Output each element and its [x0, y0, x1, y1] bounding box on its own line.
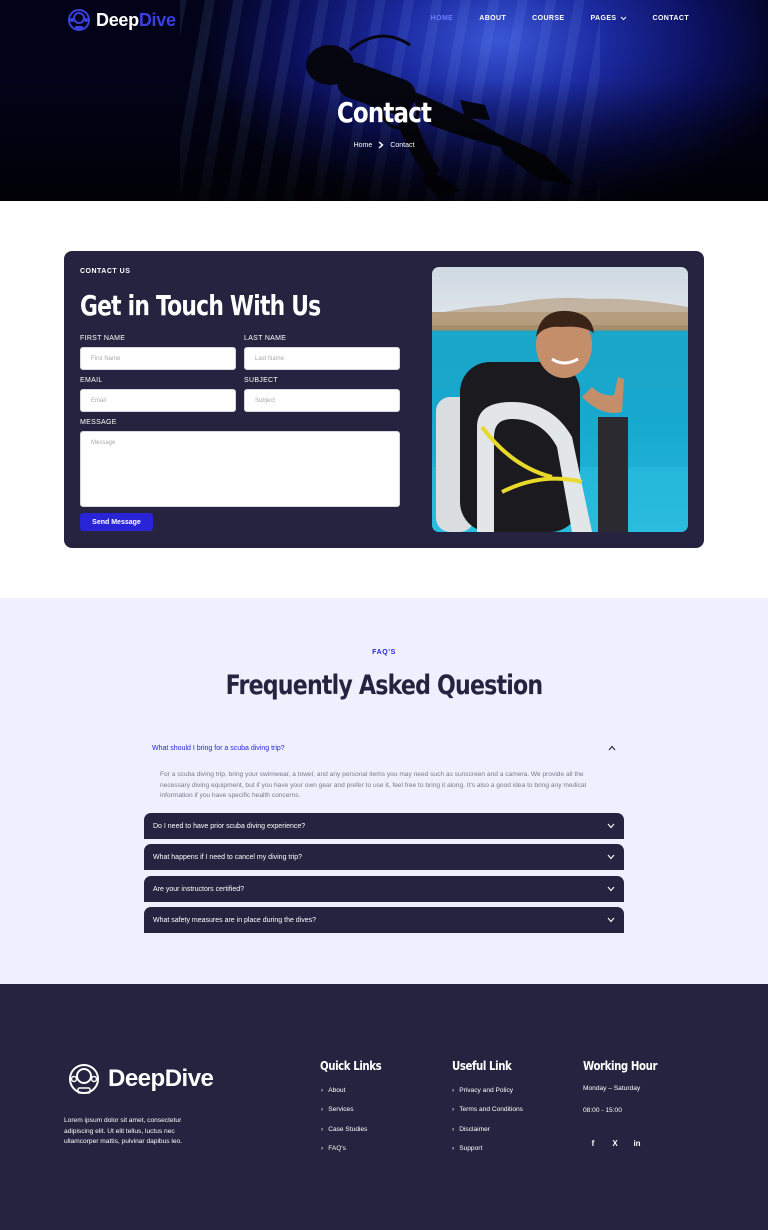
chevron-right-icon: ›: [321, 1087, 324, 1094]
faq-item-open[interactable]: What should I bring for a scuba diving t…: [144, 741, 624, 755]
faq-item[interactable]: What safety measures are in place during…: [144, 907, 624, 933]
chevron-right-icon: ›: [321, 1126, 324, 1133]
chevron-down-icon: [607, 917, 615, 923]
footer-brand-name: DeepDive: [108, 1065, 214, 1092]
footer-about-text: Lorem ipsum dolor sit amet, consectetur …: [64, 1117, 183, 1145]
chevron-down-icon: [607, 823, 615, 829]
nav-pages-label: PAGES: [590, 15, 617, 22]
faq-item[interactable]: Are your instructors certified?: [144, 876, 624, 902]
faq-question: What safety measures are in place during…: [153, 916, 317, 924]
contact-title: Get in Touch With Us: [80, 289, 321, 322]
nav-contact[interactable]: CONTACT: [640, 15, 703, 22]
subject-field[interactable]: Subject: [244, 389, 400, 412]
email-field[interactable]: Email: [80, 389, 236, 412]
nav-home[interactable]: HOME: [418, 15, 467, 22]
breadcrumb-home[interactable]: Home: [354, 142, 373, 149]
chevron-right-icon: ›: [321, 1106, 324, 1113]
main-nav: HOME ABOUT COURSE PAGES CONTACT: [418, 15, 702, 22]
quick-links-title: Quick Links: [320, 1059, 382, 1073]
footer-link-disclaimer[interactable]: › Disclaimer: [452, 1126, 490, 1133]
nav-pages[interactable]: PAGES: [578, 15, 640, 22]
hero-banner: DeepDive HOME ABOUT COURSE PAGES CONTACT…: [0, 0, 768, 201]
first-name-label: FIRST NAME: [80, 335, 126, 342]
first-name-field[interactable]: First Name: [80, 347, 236, 370]
email-label: EMAIL: [80, 377, 103, 384]
chevron-right-icon: ›: [452, 1106, 455, 1113]
chevron-right-icon: [378, 141, 384, 149]
message-label: MESSAGE: [80, 419, 117, 426]
faq-item[interactable]: What happens if I need to cancel my divi…: [144, 844, 624, 870]
footer-link-privacy[interactable]: › Privacy and Policy: [452, 1087, 513, 1094]
footer-link-terms[interactable]: › Terms and Conditions: [452, 1106, 523, 1113]
brand-name: DeepDive: [96, 9, 176, 30]
contact-eyebrow: CONTACT US: [80, 268, 131, 275]
working-days: Monday – Saturday: [583, 1085, 641, 1092]
last-name-field[interactable]: Last Name: [244, 347, 400, 370]
footer-link-case-studies[interactable]: › Case Studies: [321, 1126, 367, 1133]
footer-link-services[interactable]: › Services: [321, 1106, 354, 1113]
faq-open-answer: For a scuba diving trip, bring your swim…: [160, 771, 587, 799]
last-name-label: LAST NAME: [244, 335, 287, 342]
footer-link-about[interactable]: › About: [321, 1087, 345, 1094]
chevron-right-icon: ›: [321, 1145, 324, 1152]
diver-photo: [432, 267, 688, 532]
message-textarea[interactable]: Message: [80, 431, 400, 507]
chevron-right-icon: ›: [452, 1145, 455, 1152]
subject-label: SUBJECT: [244, 377, 278, 384]
nav-course[interactable]: COURSE: [519, 15, 577, 22]
diving-helmet-icon: [69, 1064, 99, 1094]
x-twitter-icon[interactable]: X: [609, 1137, 621, 1149]
diving-helmet-icon: [68, 9, 90, 31]
site-footer: DeepDive Lorem ipsum dolor sit amet, con…: [0, 984, 768, 1230]
useful-links-title: Useful Link: [452, 1059, 512, 1073]
nav-about[interactable]: ABOUT: [466, 15, 519, 22]
chevron-down-icon: [607, 886, 615, 892]
working-hour-title: Working Hour: [583, 1059, 658, 1073]
chevron-up-icon: [608, 745, 616, 751]
breadcrumb: Home Contact: [0, 141, 768, 149]
linkedin-icon[interactable]: in: [631, 1137, 643, 1149]
working-time: 08:00 - 15:00: [583, 1107, 622, 1114]
breadcrumb-current: Contact: [390, 141, 415, 149]
chevron-right-icon: ›: [452, 1087, 455, 1094]
page-title: Contact: [336, 96, 432, 129]
faq-section: FAQ'S Frequently Asked Question What sho…: [0, 598, 768, 984]
footer-link-faqs[interactable]: › FAQ's: [321, 1145, 346, 1152]
faq-question: What happens if I need to cancel my divi…: [153, 853, 303, 861]
facebook-icon[interactable]: f: [587, 1137, 599, 1149]
chevron-down-icon: [620, 16, 626, 21]
footer-logo[interactable]: DeepDive: [66, 1061, 214, 1097]
chevron-right-icon: ›: [452, 1126, 455, 1133]
faq-title: Frequently Asked Question: [225, 670, 544, 701]
faq-open-question: What should I bring for a scuba diving t…: [152, 744, 285, 752]
faq-question: Do I need to have prior scuba diving exp…: [153, 822, 306, 830]
faq-question: Are your instructors certified?: [153, 885, 245, 893]
site-logo[interactable]: DeepDive: [66, 7, 176, 33]
footer-link-support[interactable]: › Support: [452, 1145, 482, 1152]
contact-card: CONTACT US Get in Touch With Us FIRST NA…: [64, 251, 704, 548]
send-message-button[interactable]: Send Message: [80, 513, 153, 531]
faq-item[interactable]: Do I need to have prior scuba diving exp…: [144, 813, 624, 839]
chevron-down-icon: [607, 854, 615, 860]
faq-eyebrow: FAQ'S: [372, 649, 396, 656]
